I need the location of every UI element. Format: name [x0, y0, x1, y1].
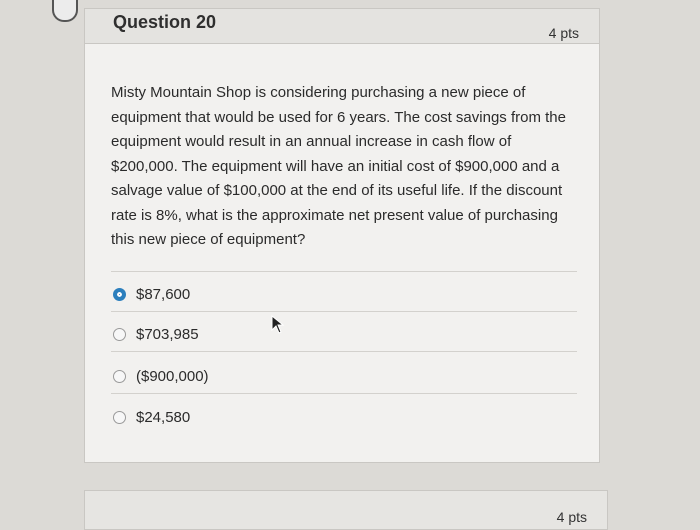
- answer-label: $703,985: [136, 325, 199, 343]
- question-header: Question 20 4 pts: [85, 9, 599, 44]
- radio-icon[interactable]: [113, 410, 126, 424]
- answer-label: $87,600: [136, 285, 191, 303]
- answer-option-3[interactable]: ($900,000): [113, 363, 209, 389]
- question-card: Question 20 4 pts Misty Mountain Shop is…: [84, 8, 600, 463]
- radio-icon[interactable]: [113, 327, 126, 341]
- answer-label: ($900,000): [136, 367, 209, 385]
- next-question-card: 4 pts: [84, 490, 608, 530]
- previous-question-flag: [52, 0, 78, 22]
- question-title: Question 20: [113, 12, 217, 32]
- mouse-pointer-icon: [271, 315, 285, 334]
- answer-divider: [111, 393, 577, 394]
- answer-divider: [111, 311, 577, 312]
- radio-selected-icon[interactable]: [113, 287, 126, 301]
- answer-divider: [111, 351, 577, 352]
- radio-icon[interactable]: [113, 369, 126, 383]
- next-question-points: 4 pts: [556, 509, 587, 525]
- answer-option-2[interactable]: $703,985: [113, 321, 199, 347]
- answers-divider: [111, 271, 577, 272]
- answer-label: $24,580: [136, 408, 191, 426]
- answer-option-1[interactable]: $87,600: [113, 281, 190, 307]
- question-points: 4 pts: [548, 25, 579, 41]
- answer-option-4[interactable]: $24,580: [113, 404, 190, 430]
- question-text: Misty Mountain Shop is considering purch…: [111, 84, 566, 248]
